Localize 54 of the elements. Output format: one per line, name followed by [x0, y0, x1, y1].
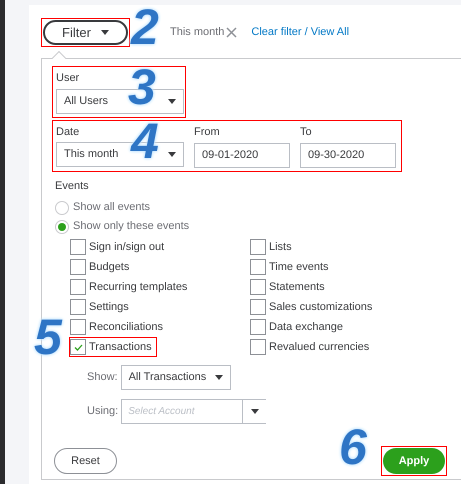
date-field[interactable]: 09-01-2020	[194, 142, 290, 168]
checkmark-icon	[74, 344, 82, 350]
section-label: Events	[55, 178, 90, 194]
radio-label: Show only these events	[73, 219, 190, 234]
filter-button[interactable]: Filter	[43, 20, 128, 45]
checkbox-label: Reconciliations	[89, 320, 163, 335]
show-select[interactable]: All Transactions	[120, 365, 231, 390]
checkbox-label: Revalued currencies	[269, 340, 370, 355]
callout-number: 5	[34, 312, 62, 362]
checkbox-label: Statements	[269, 280, 325, 295]
checkbox-label: Recurring templates	[89, 280, 188, 295]
checkbox[interactable]	[70, 279, 86, 295]
checkbox-label: Settings	[89, 300, 129, 315]
checkbox[interactable]	[70, 339, 86, 355]
account-select[interactable]: Select Account	[121, 399, 266, 424]
radio-button[interactable]	[55, 200, 69, 214]
checkbox-label: Transactions	[89, 340, 152, 355]
clear-filter-link[interactable]: Clear filter / View All	[251, 24, 350, 41]
checkbox[interactable]	[250, 319, 266, 335]
field-label: From	[194, 124, 221, 140]
field-label: Show:	[87, 370, 118, 386]
field-label: Using:	[87, 404, 118, 420]
caret-icon	[100, 30, 109, 35]
checkbox[interactable]	[250, 239, 266, 255]
checkbox[interactable]	[250, 299, 266, 315]
checkbox-label: Budgets	[89, 260, 130, 275]
callout-number: 2	[131, 2, 159, 52]
checkbox-label: Sales customizations	[269, 300, 372, 315]
checkbox-label: Lists	[269, 240, 292, 255]
checkbox-label: Sign in/sign out	[89, 240, 164, 255]
checkbox[interactable]	[70, 299, 86, 315]
caret-icon	[214, 375, 223, 380]
field-label: User	[56, 71, 80, 86]
close-icon[interactable]	[226, 27, 238, 38]
radio-label: Show all events	[73, 200, 150, 216]
checkbox[interactable]	[70, 259, 86, 275]
field-label: To	[300, 124, 313, 140]
callout-number: 6	[339, 422, 367, 472]
checkbox-label: Data exchange	[269, 320, 343, 335]
checkbox[interactable]	[250, 259, 266, 275]
caret-icon	[168, 152, 176, 157]
filter-chip-label: This month	[170, 25, 224, 40]
caret-icon	[168, 98, 176, 104]
checkbox[interactable]	[250, 339, 266, 355]
checkbox[interactable]	[250, 279, 266, 295]
checkbox-label: Time events	[269, 260, 329, 275]
checkbox[interactable]	[70, 319, 86, 335]
caret-icon	[250, 409, 259, 414]
date-field[interactable]: 09-30-2020	[300, 142, 396, 168]
account-field[interactable]: Select Account	[122, 400, 242, 423]
radio-button[interactable]	[55, 220, 69, 234]
checkbox[interactable]	[70, 239, 86, 255]
reset-button[interactable]: Reset	[54, 448, 117, 474]
field-label: Date	[56, 124, 80, 140]
